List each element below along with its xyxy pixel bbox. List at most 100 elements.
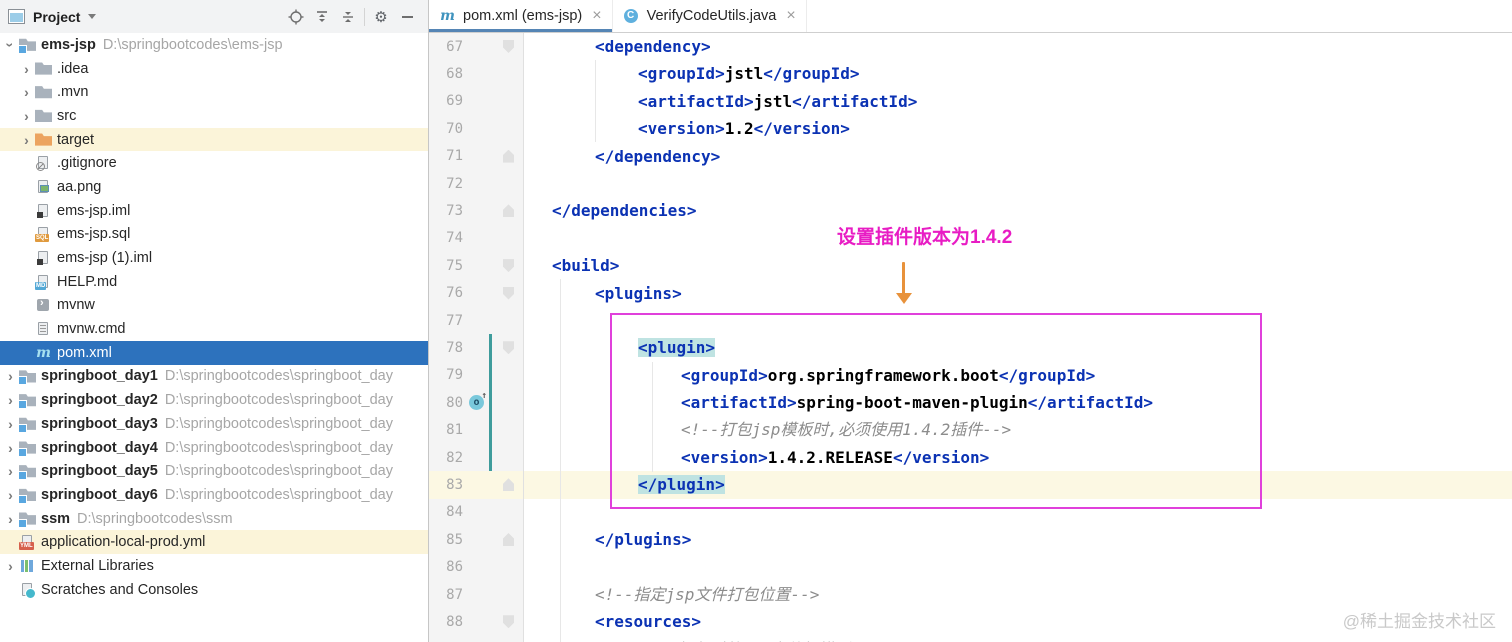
file-sql-icon <box>35 226 52 243</box>
tree-item-.mvn[interactable]: › .mvn <box>0 80 428 104</box>
tree-item-aa.png[interactable]: aa.png <box>0 175 428 199</box>
tree-item-mvnw[interactable]: mvnw <box>0 294 428 318</box>
tree-item-label: ems-jsp.sql <box>57 226 131 243</box>
chevron-right-icon[interactable]: › <box>18 84 35 100</box>
tab-VerifyCodeUtils.java[interactable]: VerifyCodeUtils.java × <box>613 0 807 32</box>
gutter-line-81: 81 <box>429 416 523 443</box>
chevron-right-icon[interactable]: › <box>2 440 19 456</box>
hide-panel-icon[interactable] <box>394 6 420 28</box>
tree-item-path: D:\springbootcodes\springboot_day <box>164 368 393 385</box>
gutter-line-88: 88 <box>429 608 523 635</box>
code-line-76[interactable]: <plugins> <box>524 280 1512 307</box>
chevron-right-icon[interactable]: › <box>2 392 19 408</box>
tree-item-springboot_day3[interactable]: › springboot_day3 D:\springbootcodes\sprin… <box>0 412 428 436</box>
fold-collapse-icon[interactable] <box>503 149 514 163</box>
chevron-right-icon[interactable]: › <box>2 558 19 574</box>
chevron-right-icon[interactable]: › <box>18 108 35 124</box>
project-panel-title[interactable]: Project <box>33 9 80 25</box>
tab-pom.xml (ems-jsp)[interactable]: m pom.xml (ems-jsp) × <box>429 0 613 32</box>
fold-expanded-icon[interactable] <box>503 286 514 300</box>
code-line-74[interactable] <box>524 225 1512 252</box>
code-val: jstl <box>753 91 793 111</box>
chevron-right-icon[interactable]: › <box>2 416 19 432</box>
tree-item-springboot_day1[interactable]: › springboot_day1 D:\springbootcodes\sprin… <box>0 365 428 389</box>
fold-expanded-icon[interactable] <box>503 615 514 629</box>
tree-item-springboot_day4[interactable]: › springboot_day4 D:\springbootcodes\sprin… <box>0 436 428 460</box>
tree-item-src[interactable]: › src <box>0 104 428 128</box>
line-number: 73 <box>446 203 463 220</box>
file-image-icon <box>35 179 52 195</box>
collapse-all-icon[interactable] <box>335 6 361 28</box>
code-line-72[interactable] <box>524 170 1512 197</box>
editor-code[interactable]: 设置插件版本为1.4.2 <dependency> <groupId>jstl</… <box>524 33 1512 642</box>
tree-item-pom.xml[interactable]: m pom.xml <box>0 340 428 365</box>
tree-item-target[interactable]: › target <box>0 127 428 152</box>
close-icon[interactable]: × <box>592 8 601 24</box>
tree-item-ems-jsp (1).iml[interactable]: ems-jsp (1).iml <box>0 246 428 270</box>
tree-item-Scratches and Consoles[interactable]: Scratches and Consoles <box>0 578 428 602</box>
file-ignored-icon <box>35 155 52 172</box>
tree-item-springboot_day5[interactable]: › springboot_day5 D:\springbootcodes\sprin… <box>0 459 428 483</box>
gutter-line-69: 69 <box>429 88 523 115</box>
fold-collapse-icon[interactable] <box>503 478 514 492</box>
chevron-right-icon[interactable]: › <box>2 463 19 479</box>
override-marker-icon[interactable]: o <box>469 389 487 411</box>
code-line-86[interactable] <box>524 553 1512 580</box>
tree-item-External Libraries[interactable]: › External Libraries <box>0 554 428 578</box>
code-line-75[interactable]: <build> <box>524 252 1512 279</box>
annotation-arrow-head <box>895 293 912 304</box>
code-line-67[interactable]: <dependency> <box>524 33 1512 60</box>
code-line-69[interactable]: <artifactId>jstl</artifactId> <box>524 88 1512 115</box>
editor-body: 67 68 69 70 71 72 73 74 75 76 77 78 79 80 o 81 82 83 84 85 8… <box>429 33 1512 642</box>
tree-item-ssm[interactable]: › ssm D:\springbootcodes\ssm <box>0 507 428 531</box>
tree-item-label: aa.png <box>57 178 102 195</box>
line-number: 86 <box>446 559 463 576</box>
editor-tabs: m pom.xml (ems-jsp) × VerifyCodeUtils.java × <box>429 0 1512 33</box>
tree-item-ems-jsp.sql[interactable]: ems-jsp.sql <box>0 223 428 247</box>
java-class-icon <box>623 8 640 24</box>
gutter-line-67: 67 <box>429 33 523 60</box>
code-line-73[interactable]: </dependencies> <box>524 197 1512 224</box>
close-icon[interactable]: × <box>786 8 795 24</box>
locate-icon[interactable] <box>283 6 309 28</box>
code-tag: </plugins> <box>595 530 692 550</box>
line-number: 81 <box>446 422 463 439</box>
chevron-right-icon[interactable]: › <box>2 511 19 527</box>
code-line-89[interactable]: <!--打包时将jsp文件扫描到 目录下--> <box>524 636 1512 642</box>
chevron-right-icon[interactable]: › <box>2 368 19 384</box>
expand-all-icon[interactable] <box>309 6 335 28</box>
code-line-70[interactable]: <version>1.2</version> <box>524 115 1512 142</box>
folder-excluded-icon <box>35 132 52 148</box>
chevron-right-icon[interactable]: › <box>18 132 35 148</box>
chevron-right-icon[interactable]: › <box>18 61 35 77</box>
code-line-85[interactable]: </plugins> <box>524 526 1512 553</box>
code-line-87[interactable]: <!--指定jsp文件打包位置--> <box>524 581 1512 608</box>
tree-item-ems-jsp[interactable]: › ems-jsp D:\springbootcodes\ems-jsp <box>0 33 428 57</box>
tree-item-springboot_day6[interactable]: › springboot_day6 D:\springbootcodes\sprin… <box>0 483 428 507</box>
fold-collapse-icon[interactable] <box>503 533 514 547</box>
toolbar-divider <box>364 7 365 26</box>
settings-gear-icon[interactable]: ⚙ <box>368 6 394 28</box>
code-line-68[interactable]: <groupId>jstl</groupId> <box>524 60 1512 87</box>
gutter-line-80: 80 o <box>429 389 523 416</box>
fold-collapse-icon[interactable] <box>503 204 514 218</box>
file-yaml-icon <box>19 534 36 551</box>
chevron-down-icon[interactable]: › <box>3 36 19 53</box>
gutter-line-68: 68 <box>429 60 523 87</box>
tree-item-ems-jsp.iml[interactable]: ems-jsp.iml <box>0 199 428 223</box>
code-line-71[interactable]: </dependency> <box>524 143 1512 170</box>
tree-item-application-local-prod.yml[interactable]: application-local-prod.yml <box>0 530 428 555</box>
tree-item-HELP.md[interactable]: HELP.md <box>0 270 428 294</box>
fold-expanded-icon[interactable] <box>503 341 514 355</box>
tree-item-mvnw.cmd[interactable]: mvnw.cmd <box>0 317 428 341</box>
chevron-down-icon[interactable] <box>88 14 97 19</box>
fold-expanded-icon[interactable] <box>503 259 514 273</box>
line-number: 68 <box>446 66 463 83</box>
project-panel: Project ⚙ › ems-jsp D:\springbootcodes\e… <box>0 0 429 642</box>
fold-expanded-icon[interactable] <box>503 40 514 53</box>
tree-item-.gitignore[interactable]: .gitignore <box>0 151 428 175</box>
chevron-right-icon[interactable]: › <box>2 487 19 503</box>
tree-item-.idea[interactable]: › .idea <box>0 57 428 81</box>
tree-item-springboot_day2[interactable]: › springboot_day2 D:\springbootcodes\sprin… <box>0 388 428 412</box>
line-number: 76 <box>446 285 463 302</box>
